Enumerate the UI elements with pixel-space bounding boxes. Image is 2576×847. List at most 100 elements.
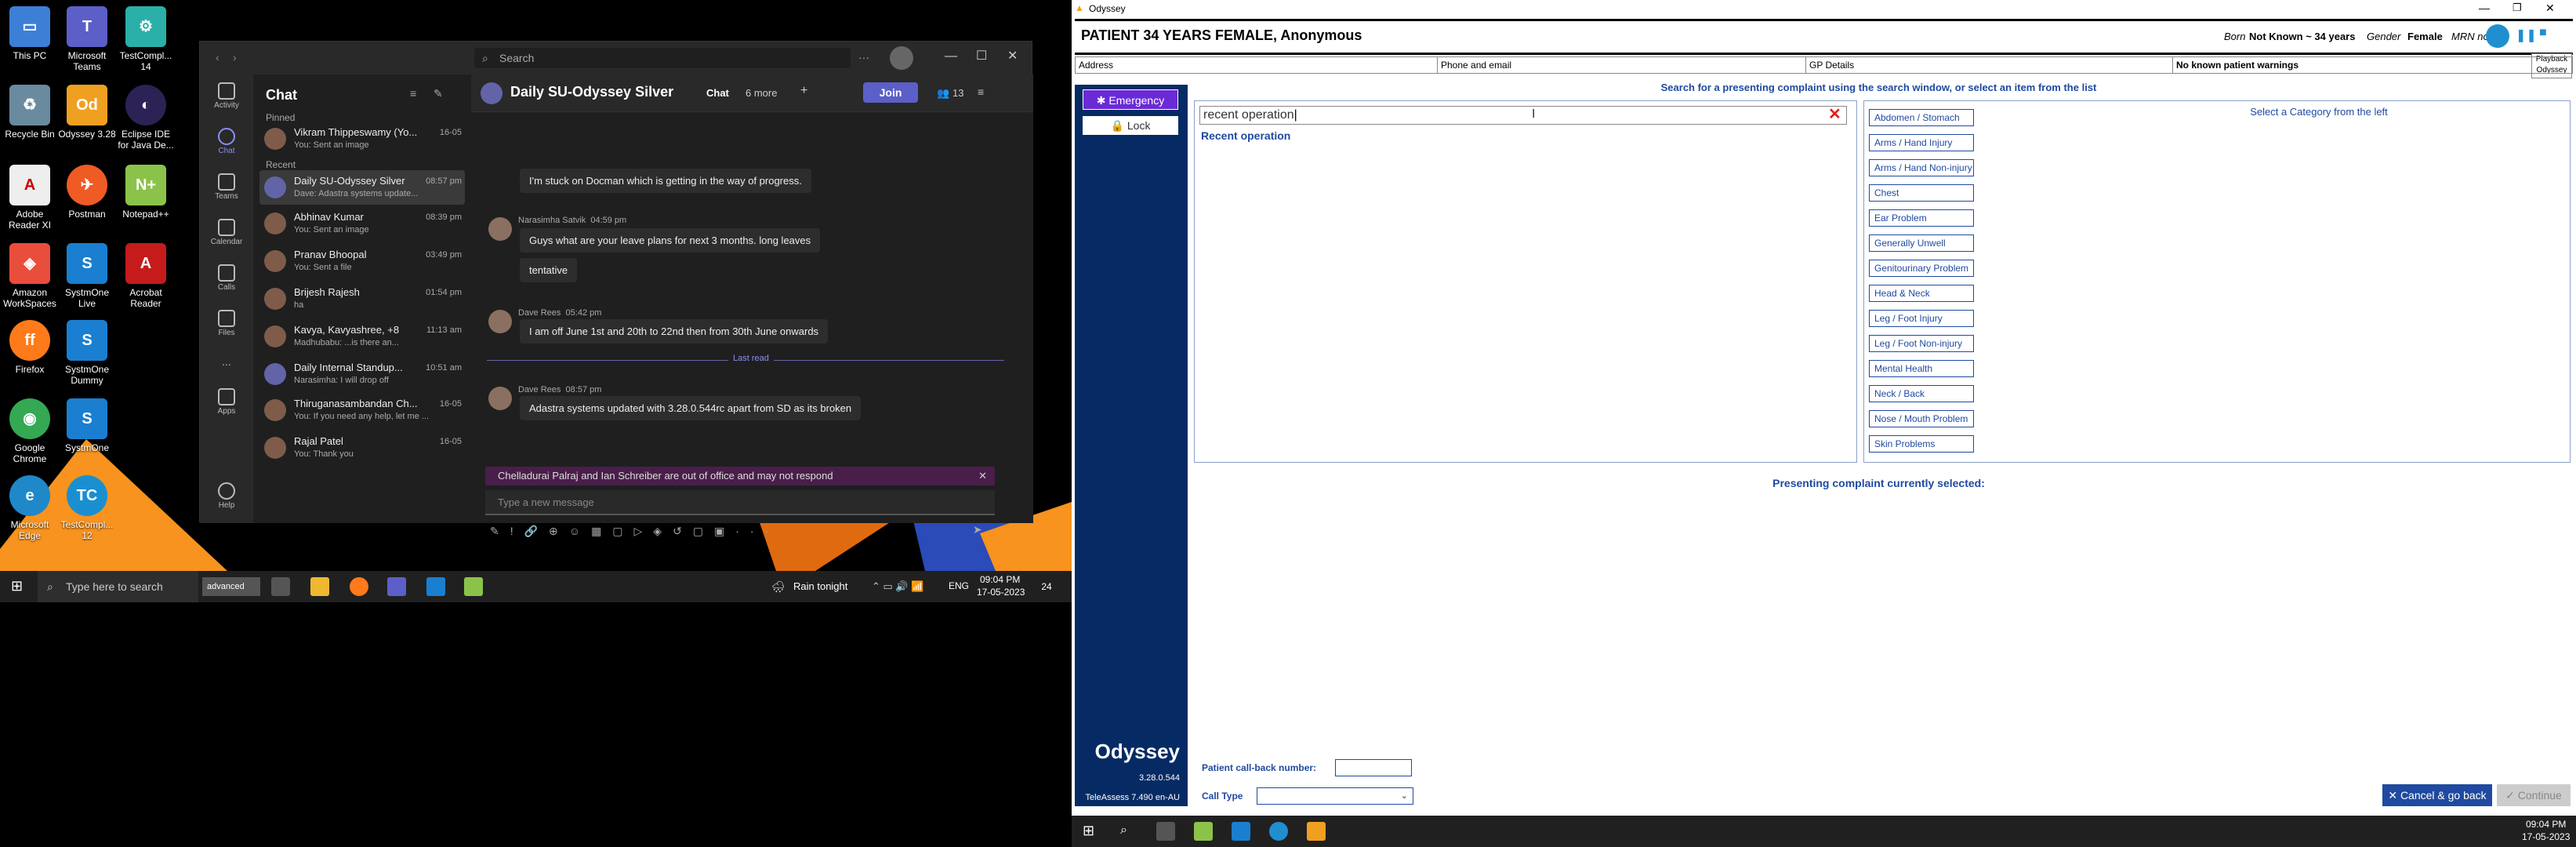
rail-teams[interactable]: Teams: [200, 173, 253, 201]
search-result-item[interactable]: Recent operation: [1201, 129, 1290, 142]
new-chat-icon[interactable]: ✎: [434, 87, 443, 100]
join-button[interactable]: Join: [863, 82, 918, 103]
complaint-search-input[interactable]: recent operation|: [1199, 106, 1847, 125]
rail-apps[interactable]: Apps: [200, 388, 253, 416]
desktop-icon-testcomplete-12[interactable]: TC TestCompl... 12: [57, 475, 117, 541]
chat-row[interactable]: Brijesh Rajesh ha 01:54 pm: [259, 282, 465, 316]
testcomplete-icon[interactable]: [1269, 822, 1288, 841]
tab-more[interactable]: 6 more: [746, 87, 777, 99]
desktop-icon-this-pc[interactable]: ▭ This PC: [0, 6, 60, 61]
rail-chat[interactable]: Chat: [200, 128, 253, 155]
category-button[interactable]: Generally Unwell: [1869, 234, 1974, 252]
rail-calendar[interactable]: Calendar: [200, 219, 253, 246]
pause-icon[interactable]: ❚❚: [2516, 27, 2537, 43]
desktop-icon-adobe-reader[interactable]: A Adobe Reader XI: [0, 165, 60, 231]
close-icon[interactable]: ✕: [2545, 2, 2555, 15]
category-button[interactable]: Neck / Back: [1869, 385, 1974, 402]
firefox-icon[interactable]: [350, 577, 368, 596]
avatar[interactable]: [890, 46, 913, 70]
restore-icon[interactable]: ❐: [2513, 2, 2522, 14]
clock-date[interactable]: 17-05-2023: [2522, 831, 2570, 842]
category-button[interactable]: Arms / Hand Non-injury: [1869, 159, 1974, 176]
desktop-icon-acrobat[interactable]: A Acrobat Reader: [116, 243, 176, 309]
message-compose-box[interactable]: Type a new message: [485, 490, 995, 515]
chat-row[interactable]: Rajal Patel You: Thank you 16-05: [259, 431, 465, 465]
systmone-icon[interactable]: [1232, 822, 1250, 841]
task-view-icon[interactable]: [1156, 822, 1175, 841]
chat-row[interactable]: Thiruganasambandan Ch... You: If you need…: [259, 393, 465, 427]
more-options-icon[interactable]: ≡: [978, 85, 984, 98]
category-button[interactable]: Skin Problems: [1869, 435, 1974, 453]
gp-cell[interactable]: GP Details: [1806, 57, 2173, 73]
callback-number-input[interactable]: [1335, 759, 1412, 776]
category-button[interactable]: Abdomen / Stomach: [1869, 109, 1974, 126]
call-type-select[interactable]: ⌄: [1257, 787, 1413, 805]
language-indicator[interactable]: ENG: [949, 580, 969, 591]
participants-icon[interactable]: 👥: [937, 87, 949, 100]
chat-row[interactable]: Pranav Bhoopal You: Sent a file 03:49 pm: [259, 244, 465, 278]
add-tab-icon[interactable]: +: [800, 84, 807, 98]
maximize-icon[interactable]: ☐: [976, 48, 987, 64]
desktop-icon-systmone-live[interactable]: S SystmOne Live: [57, 243, 117, 309]
desktop-icon-edge[interactable]: e Microsoft Edge: [0, 475, 60, 541]
chat-row[interactable]: Kavya, Kavyashree, +8 Madhubabu: ...is th…: [259, 319, 465, 354]
rail-help[interactable]: Help: [200, 482, 253, 510]
rail-activity[interactable]: Activity: [200, 82, 253, 110]
chat-row[interactable]: Vikram Thippeswamy (Yo... You: Sent an im…: [259, 122, 465, 156]
category-button[interactable]: Nose / Mouth Problem: [1869, 410, 1974, 427]
clock-date[interactable]: 17-05-2023: [977, 587, 1025, 598]
forward-arrow-icon[interactable]: ›: [233, 51, 237, 64]
desktop-icon-notepad-plus[interactable]: N+ Notepad++: [116, 165, 176, 220]
continue-button[interactable]: ✓ Continue: [2497, 784, 2571, 806]
address-cell[interactable]: Address: [1076, 57, 1438, 73]
teams-icon[interactable]: [387, 577, 406, 596]
systmone-icon[interactable]: [426, 577, 445, 596]
chat-row[interactable]: Abhinav Kumar You: Sent an image 08:39 pm: [259, 206, 465, 241]
desktop-icon-firefox[interactable]: ff Firefox: [0, 320, 60, 375]
category-button[interactable]: Head & Neck: [1869, 285, 1974, 302]
stop-icon[interactable]: ■: [2539, 26, 2547, 40]
desktop-icon-odyssey[interactable]: Od Odyssey 3.28: [57, 85, 117, 140]
minimize-icon[interactable]: —: [945, 49, 957, 64]
app-icon[interactable]: [1194, 822, 1213, 841]
rail-calls[interactable]: Calls: [200, 264, 253, 292]
phone-cell[interactable]: Phone and email: [1438, 57, 1806, 73]
close-icon[interactable]: ✕: [1007, 48, 1018, 64]
desktop-icon-postman[interactable]: ✈ Postman: [57, 165, 117, 220]
category-button[interactable]: Genitourinary Problem: [1869, 260, 1974, 277]
clock-time[interactable]: 09:04 PM: [980, 574, 1020, 585]
category-button[interactable]: Chest: [1869, 184, 1974, 202]
compose-toolbar[interactable]: ✎!🔗⊕☺▦▢▷◈↺▢▣···: [490, 525, 779, 538]
clear-search-icon[interactable]: ✕: [1828, 107, 1841, 122]
tray-icons[interactable]: ⌃ ▭ 🔊 📶: [872, 580, 923, 593]
rail-more[interactable]: ...: [200, 355, 253, 368]
more-options-icon[interactable]: ···: [858, 51, 869, 64]
testcomplete-icon[interactable]: [2486, 24, 2509, 48]
task-view-icon[interactable]: [271, 577, 290, 596]
chat-row[interactable]: Daily SU-Odyssey Silver Dave: Adastra sys…: [259, 170, 465, 205]
send-icon[interactable]: ➤: [973, 523, 982, 536]
file-explorer-icon[interactable]: [310, 577, 329, 596]
desktop-icon-systmone[interactable]: S SystmOne: [57, 398, 117, 453]
tab-chat[interactable]: Chat: [706, 87, 729, 99]
desktop-icon-amazon-workspaces[interactable]: ◈ Amazon WorkSpaces: [0, 243, 60, 309]
lock-button[interactable]: 🔒 Lock: [1083, 116, 1178, 135]
cancel-go-back-button[interactable]: ✕ Cancel & go back: [2382, 784, 2492, 806]
chat-row[interactable]: Daily Internal Standup... Narasimha: I wi…: [259, 357, 465, 391]
filter-icon[interactable]: ≡: [410, 87, 416, 100]
advanced-search-button[interactable]: advanced: [202, 577, 260, 596]
desktop-icon-recycle-bin[interactable]: ♻ Recycle Bin: [0, 85, 60, 140]
category-button[interactable]: Leg / Foot Injury: [1869, 310, 1974, 327]
desktop-icon-eclipse[interactable]: ◐ Eclipse IDE for Java De...: [116, 85, 176, 151]
app-icon[interactable]: [464, 577, 483, 596]
teams-search-input[interactable]: ⌕ Search: [474, 48, 851, 68]
notification-center[interactable]: 24: [1035, 577, 1058, 596]
windows-start-icon[interactable]: ⊞: [11, 578, 23, 594]
desktop-icon-testcomplete-14[interactable]: ⚙ TestCompl... 14: [116, 6, 176, 72]
odyssey-icon[interactable]: [1307, 822, 1326, 841]
desktop-icon-systmone-dummy[interactable]: S SystmOne Dummy: [57, 320, 117, 386]
category-button[interactable]: Arms / Hand Injury: [1869, 134, 1974, 151]
category-button[interactable]: Ear Problem: [1869, 209, 1974, 227]
category-button[interactable]: Mental Health: [1869, 360, 1974, 377]
close-icon[interactable]: ✕: [978, 467, 987, 485]
